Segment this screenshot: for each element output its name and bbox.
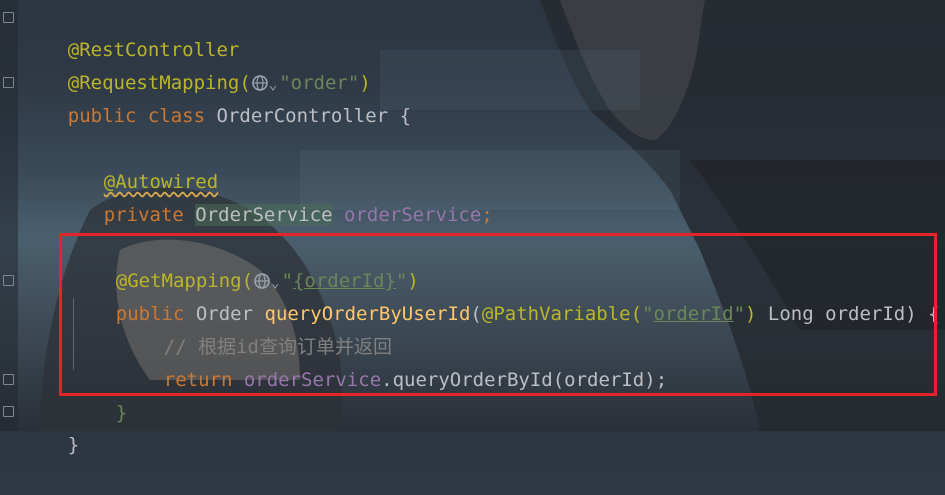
code-line: } [22,396,79,456]
brace-token: { [399,105,412,127]
code-line: @Autowired [58,133,218,193]
brace-token: } [115,402,128,424]
field-token: orderService [344,204,482,226]
keyword-token: private [103,204,184,226]
highlight-box [59,233,937,396]
class-name: OrderController [216,105,389,127]
brace-token: } [67,434,80,456]
code-line: public class OrderController { [22,67,411,127]
code-line: private OrderService orderService; [58,166,493,226]
type-token: OrderService [195,204,333,226]
semicolon-token: ; [481,204,493,226]
code-line: @RequestMapping(⌄ "order") [22,34,371,94]
code-line: @RestController [22,1,240,61]
keyword-token: public [67,105,137,127]
keyword-token: class [147,105,206,127]
